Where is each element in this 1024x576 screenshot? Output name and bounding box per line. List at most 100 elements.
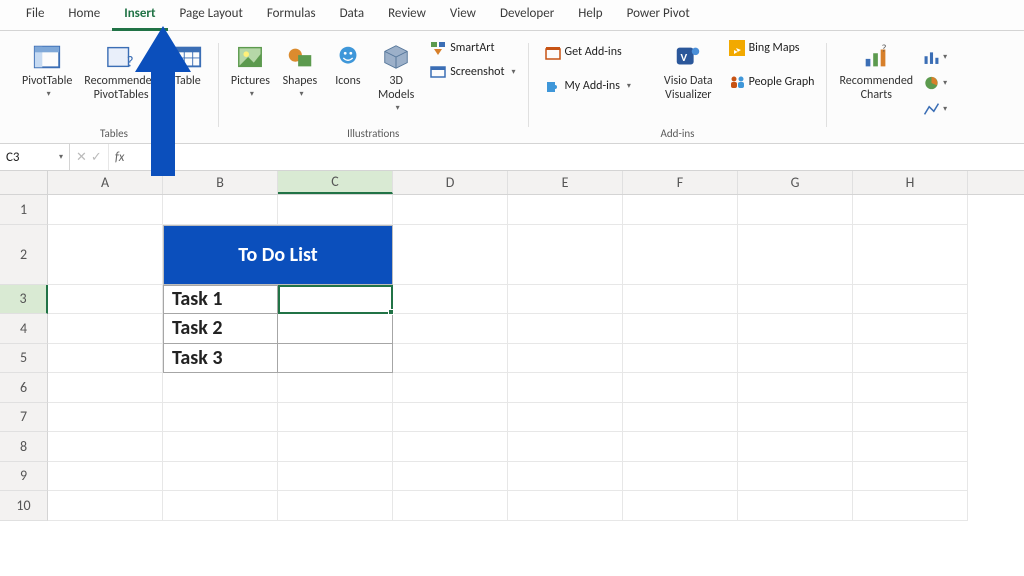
- cell-G10[interactable]: [738, 491, 853, 521]
- cell-H5[interactable]: [853, 344, 968, 374]
- cell-F4[interactable]: [623, 314, 738, 344]
- col-header-H[interactable]: H: [853, 171, 968, 194]
- cell-C7[interactable]: [278, 403, 393, 433]
- cell-G1[interactable]: [738, 195, 853, 225]
- col-header-E[interactable]: E: [508, 171, 623, 194]
- chart-column-icon[interactable]: ▾: [923, 45, 947, 69]
- btn-pivottable[interactable]: PivotTable ▾: [16, 37, 78, 101]
- cell-D7[interactable]: [393, 403, 508, 433]
- row-header-3[interactable]: 3: [0, 285, 48, 315]
- cell-H10[interactable]: [853, 491, 968, 521]
- cell-D3[interactable]: [393, 285, 508, 315]
- cell-G9[interactable]: [738, 462, 853, 492]
- cell-H7[interactable]: [853, 403, 968, 433]
- cell-G5[interactable]: [738, 344, 853, 374]
- cell-F6[interactable]: [623, 373, 738, 403]
- task-cell-3[interactable]: Task 3: [163, 344, 278, 374]
- cell-E8[interactable]: [508, 432, 623, 462]
- cell-A3[interactable]: [48, 285, 163, 315]
- cell-E1[interactable]: [508, 195, 623, 225]
- cell-A9[interactable]: [48, 462, 163, 492]
- cell-D1[interactable]: [393, 195, 508, 225]
- enter-icon[interactable]: ✓: [91, 150, 102, 165]
- btn-recommended-pivottables[interactable]: ? Recommended PivotTables: [78, 37, 164, 105]
- cell-F10[interactable]: [623, 491, 738, 521]
- cell-G2[interactable]: [738, 225, 853, 285]
- btn-pictures[interactable]: Pictures ▾: [225, 37, 276, 101]
- cell-D5[interactable]: [393, 344, 508, 374]
- spreadsheet-grid[interactable]: A B C D E F G H 12345678910 To Do List T…: [0, 171, 1024, 521]
- row-header-5[interactable]: 5: [0, 344, 48, 374]
- btn-table[interactable]: Table: [164, 37, 212, 91]
- fx-icon[interactable]: fx: [109, 150, 131, 165]
- btn-shapes[interactable]: Shapes ▾: [276, 37, 324, 101]
- tab-page-layout[interactable]: Page Layout: [168, 0, 255, 31]
- row-header-6[interactable]: 6: [0, 373, 48, 403]
- task-done-3[interactable]: [278, 344, 393, 374]
- tab-data[interactable]: Data: [328, 0, 377, 31]
- chart-hierarchy-icon[interactable]: ▾: [923, 71, 947, 95]
- col-header-D[interactable]: D: [393, 171, 508, 194]
- cell-H8[interactable]: [853, 432, 968, 462]
- cell-A2[interactable]: [48, 225, 163, 285]
- cell-E2[interactable]: [508, 225, 623, 285]
- col-header-B[interactable]: B: [163, 171, 278, 194]
- cell-H9[interactable]: [853, 462, 968, 492]
- btn-bing-maps[interactable]: Bing Maps: [723, 37, 821, 59]
- tab-developer[interactable]: Developer: [488, 0, 566, 31]
- cell-A4[interactable]: [48, 314, 163, 344]
- cell-B6[interactable]: [163, 373, 278, 403]
- select-all-corner[interactable]: [0, 171, 48, 194]
- cell-C1[interactable]: [278, 195, 393, 225]
- tab-insert[interactable]: Insert: [112, 0, 167, 31]
- tab-review[interactable]: Review: [376, 0, 438, 31]
- tab-view[interactable]: View: [438, 0, 488, 31]
- name-box[interactable]: C3 ▾: [0, 144, 70, 170]
- cell-G6[interactable]: [738, 373, 853, 403]
- cell-C10[interactable]: [278, 491, 393, 521]
- cell-G4[interactable]: [738, 314, 853, 344]
- col-header-F[interactable]: F: [623, 171, 738, 194]
- tab-help[interactable]: Help: [566, 0, 614, 31]
- cell-F3[interactable]: [623, 285, 738, 315]
- cell-A7[interactable]: [48, 403, 163, 433]
- cell-H1[interactable]: [853, 195, 968, 225]
- cell-A8[interactable]: [48, 432, 163, 462]
- tab-file[interactable]: File: [14, 0, 56, 31]
- cell-H3[interactable]: [853, 285, 968, 315]
- cell-E10[interactable]: [508, 491, 623, 521]
- cell-F9[interactable]: [623, 462, 738, 492]
- cell-D9[interactable]: [393, 462, 508, 492]
- cell-F2[interactable]: [623, 225, 738, 285]
- task-cell-1[interactable]: Task 1: [163, 285, 278, 315]
- cell-D8[interactable]: [393, 432, 508, 462]
- cell-C9[interactable]: [278, 462, 393, 492]
- cell-B7[interactable]: [163, 403, 278, 433]
- cell-F7[interactable]: [623, 403, 738, 433]
- cancel-icon[interactable]: ✕: [76, 150, 87, 165]
- cell-E5[interactable]: [508, 344, 623, 374]
- tab-power-pivot[interactable]: Power Pivot: [615, 0, 702, 31]
- btn-screenshot[interactable]: Screenshot ▾: [424, 61, 521, 83]
- task-done-1[interactable]: [278, 285, 393, 315]
- btn-my-addins[interactable]: My Add-ins ▾: [539, 75, 637, 97]
- btn-visio-data-visualizer[interactable]: V Visio Data Visualizer: [658, 37, 719, 105]
- cell-C6[interactable]: [278, 373, 393, 403]
- cell-A6[interactable]: [48, 373, 163, 403]
- row-header-7[interactable]: 7: [0, 403, 48, 433]
- cell-D10[interactable]: [393, 491, 508, 521]
- cell-B10[interactable]: [163, 491, 278, 521]
- col-header-G[interactable]: G: [738, 171, 853, 194]
- row-header-2[interactable]: 2: [0, 225, 48, 285]
- cell-F8[interactable]: [623, 432, 738, 462]
- formula-input[interactable]: [130, 144, 1024, 170]
- btn-3d-models[interactable]: 3D Models ▾: [372, 37, 420, 115]
- cell-G7[interactable]: [738, 403, 853, 433]
- row-header-10[interactable]: 10: [0, 491, 48, 521]
- row-header-1[interactable]: 1: [0, 195, 48, 225]
- cell-E3[interactable]: [508, 285, 623, 315]
- cell-G3[interactable]: [738, 285, 853, 315]
- cell-A5[interactable]: [48, 344, 163, 374]
- row-header-9[interactable]: 9: [0, 462, 48, 492]
- cell-B1[interactable]: [163, 195, 278, 225]
